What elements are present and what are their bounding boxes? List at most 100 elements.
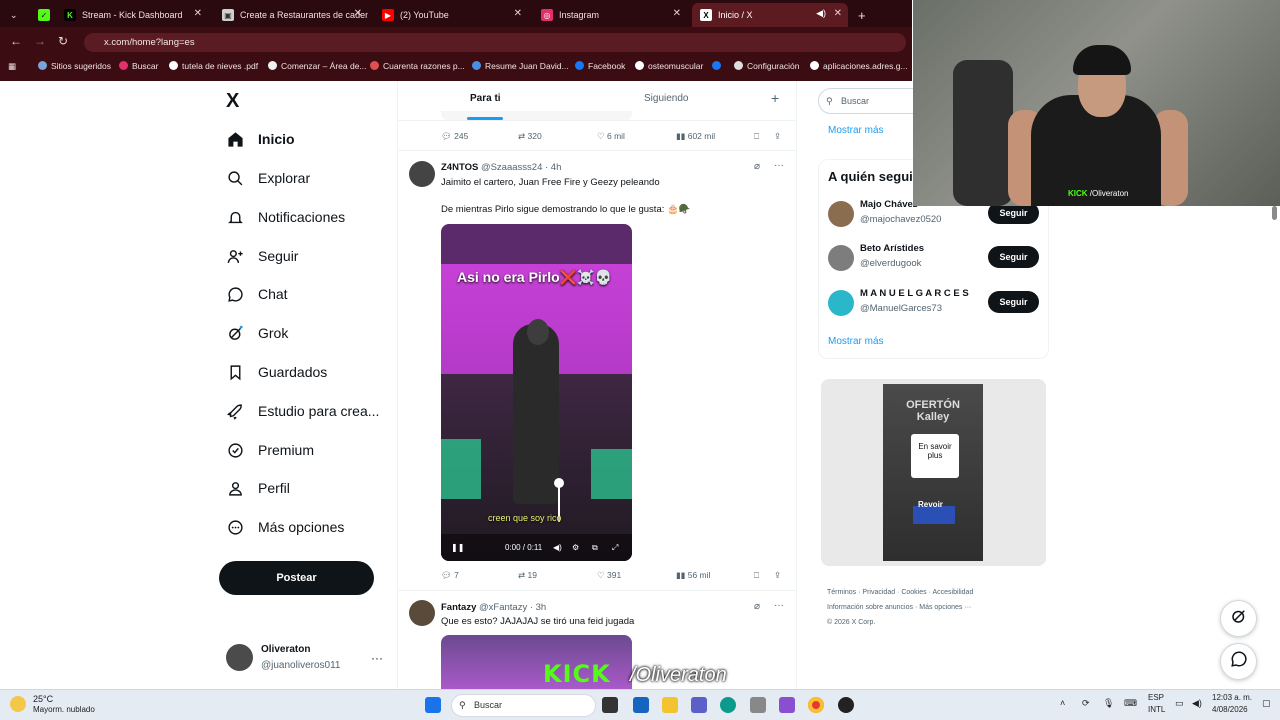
views-button[interactable]: ▮▮ 602 mil [676,131,715,142]
pip-icon[interactable]: ⧉ [592,543,598,553]
edge-icon[interactable] [720,697,736,713]
search-input[interactable]: ⚲ Buscar [818,88,928,114]
reply-button[interactable]: 💬︎ 245 [441,131,468,142]
bookmark-item[interactable]: Comenzar – Área de... [268,61,367,71]
nav-item-premium[interactable]: Premium [226,435,314,465]
microphone-icon[interactable]: 🎙︎ [1103,698,1114,709]
weather-icon[interactable] [10,696,26,712]
bookmark-item[interactable]: tutela de nieves .pdf [169,61,258,71]
facebook-icon[interactable] [712,61,724,71]
tweet[interactable]: Z4NTOS @Szaaasss24 · 4h ⌀ ··· Jaimito el… [398,150,796,596]
footer-link[interactable]: Términos [827,589,856,596]
bookmark-item[interactable]: Sitios sugeridos [38,61,111,71]
show-more-link[interactable]: Mostrar más [828,336,884,347]
suggestion-item[interactable]: M A N U E L G A R C E S @ManuelGarces73 … [828,287,1048,319]
footer-link[interactable]: Accesibilidad [932,589,973,596]
nav-item-guardados[interactable]: Guardados [226,357,327,387]
clock-time[interactable]: 12:03 a. m. [1212,693,1252,702]
grok-icon[interactable]: ⌀ [754,161,760,172]
chat-fab[interactable] [1220,643,1257,680]
share-icon[interactable]: ⇪ [774,570,781,581]
nav-item-notificaciones[interactable]: Notificaciones [226,202,345,232]
bookmark-icon[interactable]: ⎕ [754,131,759,142]
nav-item-seguir[interactable]: Seguir [226,241,298,271]
close-icon[interactable]: ✕ [514,8,522,19]
tweet-author[interactable]: Fantazy @xFantazy · 3h [441,602,546,613]
tab-kick-dashboard[interactable]: K Stream - Kick Dashboard ✕ [56,3,208,27]
bookmark-item[interactable]: Cuarenta razones p... [370,61,465,71]
weather-temp[interactable]: 25°C [33,694,53,704]
follow-button[interactable]: Seguir [988,291,1039,313]
nav-item-perfil[interactable]: Perfil [226,473,290,503]
forward-icon[interactable]: → [34,34,46,48]
apps-icon[interactable]: ▦ [8,61,16,72]
input-layout[interactable]: INTL [1148,705,1165,714]
close-icon[interactable]: ✕ [194,8,202,19]
fullscreen-icon[interactable]: ⤢ [612,543,618,553]
avatar[interactable] [409,600,435,626]
store-icon[interactable] [633,697,649,713]
avatar[interactable] [409,161,435,187]
chevron-up-icon[interactable]: ˄ [1060,698,1065,708]
plus-icon[interactable]: + [771,90,779,106]
scrollbar[interactable] [1270,206,1278,689]
windows-start-icon[interactable] [425,697,441,713]
volume-slider-handle[interactable] [554,478,564,488]
nav-item-chat[interactable]: Chat [226,279,288,309]
copilot-icon[interactable] [779,697,795,713]
bookmark-item[interactable]: Facebook [575,61,625,71]
volume-icon[interactable]: ◀) [1192,698,1202,709]
pause-icon[interactable]: ❚❚ [451,543,464,552]
footer-link[interactable]: Más opciones ··· [919,604,971,611]
follow-button[interactable]: Seguir [988,246,1039,268]
tab-x-inicio[interactable]: X Inicio / X ◀) ✕ [692,3,848,27]
repost-button[interactable]: ⇄ 320 [518,131,542,142]
notifications-icon[interactable]: ▢ [1262,698,1271,709]
bookmark-item[interactable]: Resume Juan David... [472,61,569,71]
ad-banner[interactable]: OFERTÓN Kalley En savoir plus Revoir [821,379,1046,566]
taskbar-search[interactable]: ⚲ Buscar [451,694,596,717]
url-field[interactable]: x.com/home?lang=es [84,33,906,52]
weather-desc[interactable]: Mayorm. nublado [33,705,95,714]
bookmark-item[interactable]: Configuración [734,61,799,71]
post-button[interactable]: Postear [219,561,374,595]
ad-replay-button[interactable]: Revoir [918,500,943,509]
nav-item-mas-opciones[interactable]: Más opciones [226,512,344,542]
video-player[interactable]: Asi no era Pirlo❌☠️💀 creen que soy rico … [441,224,632,561]
like-button[interactable]: ♡ 6 mil [597,131,625,142]
bookmark-item[interactable]: aplicaciones.adres.g... [810,61,908,71]
more-icon[interactable]: ··· [371,651,383,665]
close-icon[interactable]: ✕ [834,8,842,19]
pinned-tab[interactable]: ✓ [30,3,52,27]
ad-cta-button[interactable]: En savoir plus [911,434,959,478]
scrollbar-thumb[interactable] [1272,206,1277,220]
suggestion-item[interactable]: Beto Arístides @elverdugook Seguir [828,242,1048,274]
close-icon[interactable]: ✕ [354,8,362,19]
nav-item-inicio[interactable]: Inicio [226,124,295,154]
chrome-icon[interactable] [808,697,824,713]
show-more-link[interactable]: Mostrar más [828,125,884,136]
tab-siguiendo[interactable]: Siguiendo [644,93,688,104]
account-switcher[interactable]: Oliveraton @juanoliveros011 ··· [226,641,396,677]
like-button[interactable]: ♡ 391 [597,570,621,581]
task-view-icon[interactable] [602,697,618,713]
network-icon[interactable]: ▭ [1175,698,1184,709]
new-tab-button[interactable]: + [850,3,872,27]
footer-link[interactable]: Cookies [901,589,926,596]
tab-instagram[interactable]: ◎ Instagram ✕ [533,3,687,27]
share-icon[interactable]: ⇪ [774,131,781,142]
nav-item-grok[interactable]: Grok [226,318,288,348]
clock-date[interactable]: 4/08/2026 [1212,705,1248,714]
footer-link[interactable]: Información sobre anuncios [827,604,913,611]
app-icon[interactable] [750,697,766,713]
grok-fab[interactable] [1220,600,1257,637]
repost-button[interactable]: ⇄ 19 [518,570,537,581]
footer-link[interactable]: Privacidad [862,589,895,596]
reply-button[interactable]: 💬︎ 7 [441,570,459,581]
close-icon[interactable]: ✕ [673,8,681,19]
back-icon[interactable]: ← [10,34,22,48]
input-language[interactable]: ESP [1148,693,1164,702]
tweet-author[interactable]: Z4NTOS @Szaaasss24 · 4h [441,162,561,173]
speaker-icon[interactable]: ◀) [816,8,826,19]
file-explorer-icon[interactable] [662,697,678,713]
